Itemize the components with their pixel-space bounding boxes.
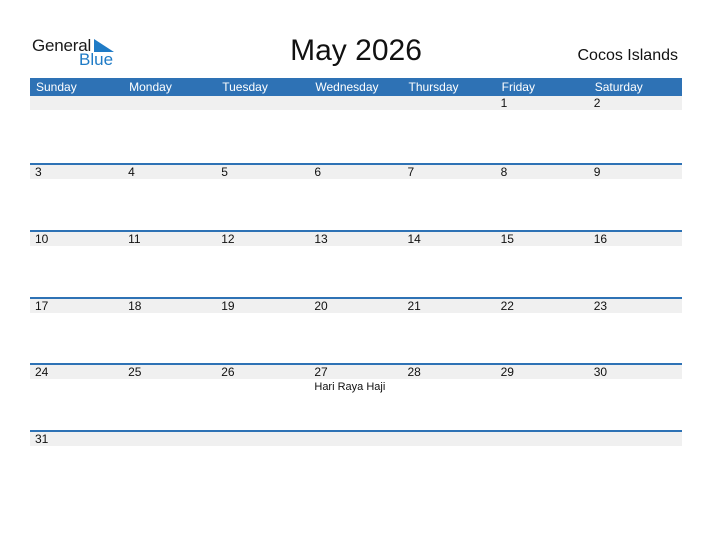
- day-number: 17: [35, 299, 49, 313]
- day-number: 30: [593, 365, 608, 379]
- holiday-label: Hari Raya Haji: [314, 381, 386, 393]
- day-number: 10: [35, 232, 49, 246]
- day-cell: 21: [403, 299, 496, 313]
- day-number: 27: [314, 365, 328, 379]
- week-row: 31: [30, 430, 682, 497]
- day-cell: 6: [309, 165, 402, 179]
- day-cell: 25: [123, 365, 216, 379]
- day-number: 1: [500, 96, 508, 110]
- day-cell: [309, 96, 402, 110]
- date-strip: 10 11 12 13 14 15 16: [30, 232, 682, 246]
- day-cell: 24: [30, 365, 123, 379]
- day-cell: 12: [216, 232, 309, 246]
- date-strip: 12: [30, 96, 682, 110]
- day-number: 11: [128, 232, 141, 246]
- day-number: 12: [221, 232, 235, 246]
- day-number: 19: [221, 299, 235, 313]
- week-row: 24 25 26 27 Hari Raya Haji 28 29 30: [30, 363, 682, 430]
- day-cell: 2: [589, 96, 682, 110]
- day-cell: [123, 96, 216, 110]
- day-cell: 1: [496, 96, 589, 110]
- day-number: 9: [593, 165, 601, 179]
- day-cell: 18: [123, 299, 216, 313]
- weekday-thursday: Thursday: [408, 80, 459, 94]
- day-number: 8: [500, 165, 508, 179]
- day-number: 16: [593, 232, 608, 246]
- day-cell: [216, 432, 309, 446]
- day-number: 6: [314, 165, 322, 179]
- week-row: 10 11 12 13 14 15 16: [30, 230, 682, 297]
- day-number: 4: [128, 165, 135, 179]
- date-strip: 31: [30, 432, 682, 446]
- week-row: 12: [30, 96, 682, 163]
- date-strip: 24 25 26 27 Hari Raya Haji 28 29 30: [30, 365, 682, 393]
- day-cell: [496, 432, 589, 446]
- day-cell: 27 Hari Raya Haji: [309, 365, 402, 393]
- week-row: 3 4 5 6 7 8 9: [30, 163, 682, 230]
- day-cell: [403, 96, 496, 110]
- day-number: 24: [35, 365, 49, 379]
- day-cell: 30: [589, 365, 682, 379]
- day-cell: 8: [496, 165, 589, 179]
- day-cell: 5: [216, 165, 309, 179]
- day-number: 31: [35, 432, 49, 446]
- weekday-tuesday: Tuesday: [222, 80, 268, 94]
- day-number: 23: [593, 299, 608, 313]
- day-cell: 13: [309, 232, 402, 246]
- day-cell: [403, 432, 496, 446]
- day-cell: 28: [403, 365, 496, 379]
- day-cell: [309, 432, 402, 446]
- weekday-friday: Friday: [501, 80, 535, 94]
- day-cell: 29: [496, 365, 589, 379]
- day-number: 22: [500, 299, 514, 313]
- day-cell: [123, 432, 216, 446]
- day-cell: 22: [496, 299, 589, 313]
- day-number: 20: [314, 299, 328, 313]
- day-number: 14: [407, 232, 421, 246]
- weekday-saturday: Saturday: [594, 80, 643, 94]
- day-cell: 31: [30, 432, 123, 446]
- date-strip: 3 4 5 6 7 8 9: [30, 165, 682, 179]
- day-cell: 14: [403, 232, 496, 246]
- day-cell: 7: [403, 165, 496, 179]
- day-number: 26: [221, 365, 235, 379]
- date-strip: 17 18 19 20 21 22 23: [30, 299, 682, 313]
- weekday-monday: Monday: [129, 80, 172, 94]
- day-cell: 20: [309, 299, 402, 313]
- day-number: 21: [407, 299, 421, 313]
- weekday-header: Sunday Monday Tuesday Wednesday Thursday…: [30, 78, 682, 96]
- day-number: 15: [500, 232, 514, 246]
- day-number: 5: [221, 165, 228, 179]
- day-number: 2: [593, 96, 601, 110]
- day-number: 28: [407, 365, 421, 379]
- day-cell: 16: [589, 232, 682, 246]
- calendar: Sunday Monday Tuesday Wednesday Thursday…: [30, 78, 682, 446]
- day-number: 18: [128, 299, 142, 313]
- day-cell: 11: [123, 232, 216, 246]
- day-number: 25: [128, 365, 142, 379]
- country-label: Cocos Islands: [577, 47, 679, 64]
- day-cell: 4: [123, 165, 216, 179]
- weekday-sunday: Sunday: [36, 80, 77, 94]
- day-cell: [216, 96, 309, 110]
- day-number: 29: [500, 365, 514, 379]
- day-cell: [589, 432, 682, 446]
- day-cell: 23: [589, 299, 682, 313]
- day-cell: 19: [216, 299, 309, 313]
- day-cell: [30, 96, 123, 110]
- day-cell: 26: [216, 365, 309, 379]
- day-cell: 15: [496, 232, 589, 246]
- weekday-wednesday: Wednesday: [315, 80, 379, 94]
- week-row: 17 18 19 20 21 22 23: [30, 297, 682, 364]
- day-cell: 3: [30, 165, 123, 179]
- day-cell: 17: [30, 299, 123, 313]
- day-number: 3: [35, 165, 42, 179]
- day-cell: 9: [589, 165, 682, 179]
- day-cell: 10: [30, 232, 123, 246]
- day-number: 13: [314, 232, 328, 246]
- day-number: 7: [407, 165, 415, 179]
